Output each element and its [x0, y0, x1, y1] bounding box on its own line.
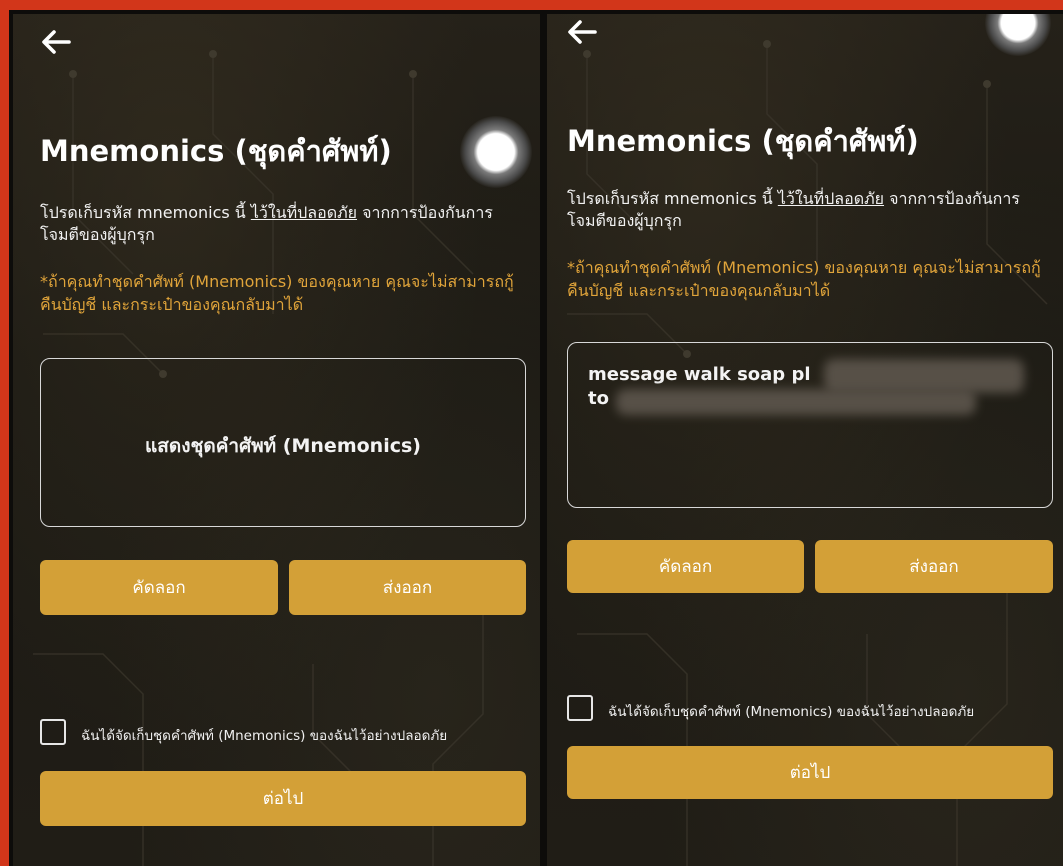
- safe-place-emphasis: ไว้ในที่ปลอดภัย: [777, 189, 885, 208]
- redaction-blur: [616, 389, 976, 415]
- toggle-knob-icon[interactable]: [460, 116, 532, 188]
- description-part: โปรดเก็บรหัส mnemonics นี้: [567, 189, 778, 208]
- description-text: โปรดเก็บรหัส mnemonics นี้ ไว้ในที่ปลอดภ…: [567, 188, 1027, 232]
- back-arrow-icon[interactable]: [39, 28, 73, 56]
- mnemonic-screen-revealed: Mnemonics (ชุดคำศัพท์) โปรดเก็บรหัส mnem…: [547, 14, 1063, 866]
- next-button[interactable]: ต่อไป: [567, 746, 1053, 799]
- mnemonic-reveal-box[interactable]: แสดงชุดคำศัพท์ (Mnemonics): [40, 358, 526, 527]
- page-title: Mnemonics (ชุดคำศัพท์): [40, 134, 392, 168]
- mnemonic-screen-hidden: Mnemonics (ชุดคำศัพท์) โปรดเก็บรหัส mnem…: [13, 14, 540, 866]
- back-arrow-icon[interactable]: [565, 18, 599, 46]
- copy-button[interactable]: คัดลอก: [40, 560, 278, 615]
- redaction-blur: [824, 359, 1024, 393]
- export-button[interactable]: ส่งออก: [289, 560, 526, 615]
- safe-place-emphasis: ไว้ในที่ปลอดภัย: [250, 203, 358, 222]
- description-text: โปรดเก็บรหัส mnemonics นี้ ไว้ในที่ปลอดภ…: [40, 202, 500, 246]
- reveal-mnemonic-label: แสดงชุดคำศัพท์ (Mnemonics): [145, 435, 421, 457]
- toggle-knob-icon[interactable]: [985, 14, 1051, 56]
- confirm-checkbox-label: ฉันได้จัดเก็บชุดคำศัพท์ (Mnemonics) ของฉ…: [81, 728, 448, 744]
- page-title: Mnemonics (ชุดคำศัพท์): [567, 124, 919, 158]
- warning-text: *ถ้าคุณทำชุดคำศัพท์ (Mnemonics) ของคุณหา…: [40, 272, 514, 314]
- copy-button[interactable]: คัดลอก: [567, 540, 804, 593]
- confirm-checkbox[interactable]: [40, 719, 66, 745]
- mnemonic-words-box: message walk soap pl to: [567, 342, 1053, 508]
- confirm-checkbox-label: ฉันได้จัดเก็บชุดคำศัพท์ (Mnemonics) ของฉ…: [608, 704, 975, 720]
- confirm-checkbox[interactable]: [567, 695, 593, 721]
- warning-text: *ถ้าคุณทำชุดคำศัพท์ (Mnemonics) ของคุณหา…: [567, 258, 1041, 300]
- export-button[interactable]: ส่งออก: [815, 540, 1053, 593]
- description-part: โปรดเก็บรหัส mnemonics นี้: [40, 203, 251, 222]
- next-button[interactable]: ต่อไป: [40, 771, 526, 826]
